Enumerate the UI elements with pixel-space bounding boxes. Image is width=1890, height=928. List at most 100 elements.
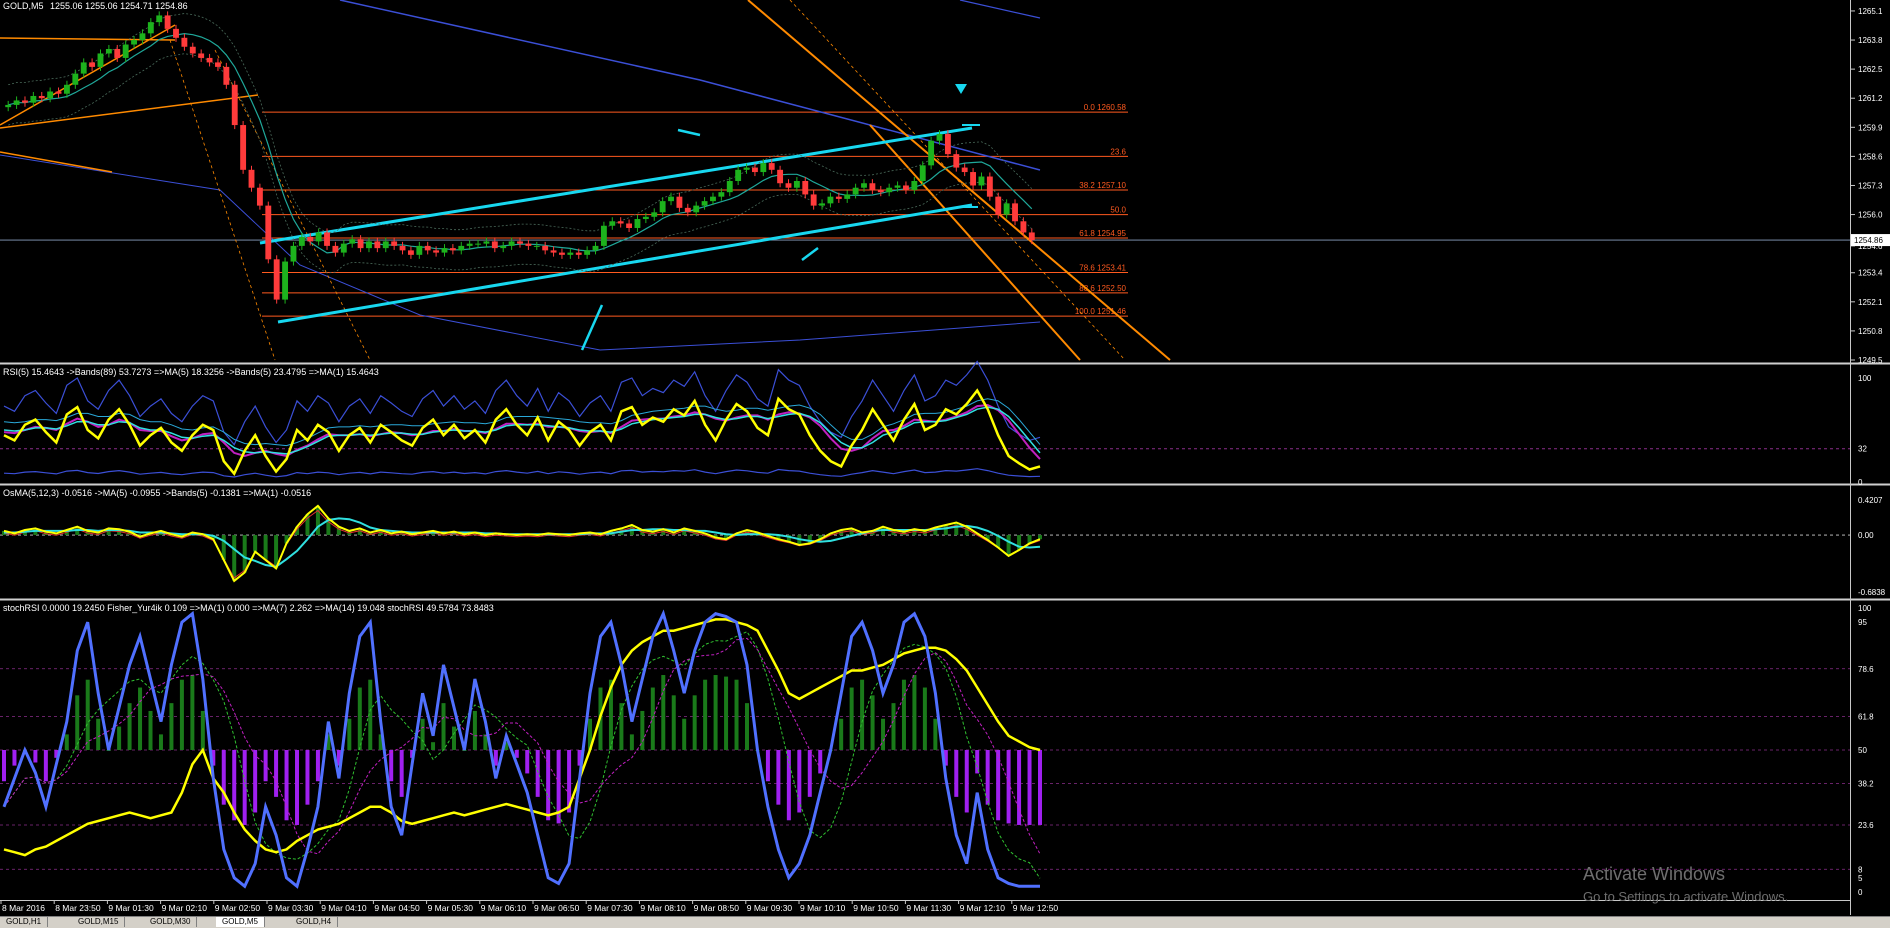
candle-body — [852, 187, 859, 195]
candle-body — [718, 192, 725, 197]
price-tick-label: 1256.0 — [1858, 211, 1883, 220]
candle-body — [936, 134, 943, 141]
tab-gold-m5[interactable]: GOLD,M5 — [216, 917, 266, 927]
candle-body — [1028, 232, 1035, 241]
candle-body — [676, 196, 683, 208]
stoch-histogram-bar — [96, 718, 101, 750]
stoch-tick-label: 0 — [1858, 888, 1863, 897]
osma-panel — [0, 504, 1850, 583]
stoch-histogram-bar — [43, 750, 48, 782]
candle-body — [600, 225, 607, 246]
watermark-title: Activate Windows — [1583, 864, 1725, 884]
candle-body — [449, 248, 456, 251]
stoch-histogram-bar — [1038, 750, 1042, 825]
watermark-subtitle: Go to Settings to activate Windows. — [1583, 889, 1788, 904]
stoch-histogram-bar — [744, 703, 749, 750]
candle-body — [793, 181, 800, 188]
stoch-histogram-bar — [420, 718, 425, 750]
main-price-panel: 0.0 1260.58 23.6 38.2 1257.10 50.0 61.8 1254… — [0, 0, 1850, 361]
candle-body — [391, 241, 398, 246]
stoch-histogram-bar — [431, 742, 436, 750]
stoch-histogram-bar — [661, 675, 666, 750]
stoch-histogram-bar — [629, 734, 634, 750]
candle-body — [651, 212, 658, 217]
candle-body — [835, 196, 842, 199]
tab-gold-m30[interactable]: GOLD,M30 — [144, 917, 198, 927]
candle-body — [349, 239, 356, 244]
candle-body — [525, 243, 532, 246]
stoch-histogram-bar — [274, 750, 279, 797]
time-tick-label: 9 Mar 11:30 — [906, 903, 951, 913]
osma-signal-line — [3, 509, 1041, 579]
stoch-histogram-bar — [451, 726, 456, 750]
candle-body — [483, 241, 490, 244]
cyan-arrow — [801, 247, 819, 261]
trading-chart: 0.0 1260.58 23.6 38.2 1257.10 50.0 61.8 1254… — [0, 0, 1890, 915]
candle-body — [861, 183, 867, 188]
stoch-histogram-bar — [263, 750, 268, 782]
candle-body — [198, 53, 205, 58]
candle-body — [919, 165, 926, 181]
candle-body — [1012, 203, 1018, 222]
price-tick-label: 1252.1 — [1858, 298, 1883, 307]
candle-body — [407, 250, 414, 255]
candle-body — [491, 241, 498, 249]
time-tick-label: 9 Mar 08:50 — [694, 903, 740, 913]
stoch-histogram-bar — [389, 750, 394, 782]
rsi-title: RSI(5) 15.4643 ->Bands(89) 53.7273 =>MA(… — [3, 367, 379, 377]
rsi-tick-label: 0 — [1858, 478, 1863, 487]
candle-body — [265, 205, 272, 260]
tab-gold-m15[interactable]: GOLD,M15 — [72, 917, 126, 927]
stoch-histogram-bar — [703, 679, 708, 750]
stoch-histogram-bar — [347, 718, 352, 750]
osma-ma-line — [4, 517, 1041, 568]
price-tick-label: 1249.5 — [1858, 356, 1883, 365]
stoch-histogram-bar — [933, 718, 938, 750]
candle-body — [810, 194, 817, 206]
candle-body — [777, 169, 784, 184]
price-tick-label: 1258.6 — [1858, 152, 1883, 161]
candle-body — [223, 66, 230, 85]
rsi-tick-label: 100 — [1858, 374, 1872, 383]
stoch-histogram-bar — [64, 734, 69, 750]
stoch-histogram-bar — [1027, 750, 1032, 825]
cyan-arrow — [677, 128, 701, 137]
candle-body — [634, 219, 641, 228]
symbol-header: GOLD,M5 1255.06 1255.06 1254.71 1254.86 — [3, 1, 188, 11]
candle-body — [609, 221, 616, 226]
time-tick-label: 9 Mar 07:30 — [587, 903, 633, 913]
candle-body — [89, 62, 96, 67]
stoch-tick-label: 38.2 — [1858, 780, 1874, 789]
price-tick-label: 1250.8 — [1858, 327, 1883, 336]
candle-body — [273, 259, 280, 300]
candle-body — [466, 243, 473, 246]
time-tick-label: 9 Mar 06:10 — [481, 903, 527, 913]
candle-body — [458, 245, 465, 251]
stoch-histogram-bar — [127, 703, 132, 750]
candle-body — [760, 163, 767, 173]
fib-label: 23.6 — [1110, 147, 1126, 156]
candle-body — [290, 245, 297, 262]
candle-body — [844, 194, 851, 199]
candle-body — [701, 201, 708, 206]
price-tick-label: 1263.8 — [1858, 36, 1883, 45]
osma-tick-label: -0.6838 — [1858, 588, 1886, 597]
osma-histogram-bar — [263, 535, 268, 561]
candle-body — [592, 245, 599, 251]
stoch-histogram-bar — [117, 726, 122, 750]
stoch-histogram-bar — [724, 676, 729, 750]
time-tick-label: 9 Mar 02:50 — [215, 903, 261, 913]
rsi-lower-band — [3, 468, 1041, 478]
tab-gold-h1[interactable]: GOLD,H1 — [0, 917, 49, 927]
tab-gold-h4[interactable]: GOLD,H4 — [290, 917, 339, 927]
candle-body — [500, 245, 507, 249]
candle-body — [559, 252, 565, 255]
price-tick-label: 1253.4 — [1858, 269, 1883, 278]
candle-body — [710, 196, 716, 202]
stoch-tick-label: 50 — [1858, 746, 1867, 755]
stoch-histogram-bar — [786, 750, 791, 821]
rsi-panel — [0, 360, 1850, 478]
stoch-histogram-bar — [713, 675, 718, 750]
candle-body — [231, 84, 238, 126]
candle-body — [215, 62, 221, 67]
